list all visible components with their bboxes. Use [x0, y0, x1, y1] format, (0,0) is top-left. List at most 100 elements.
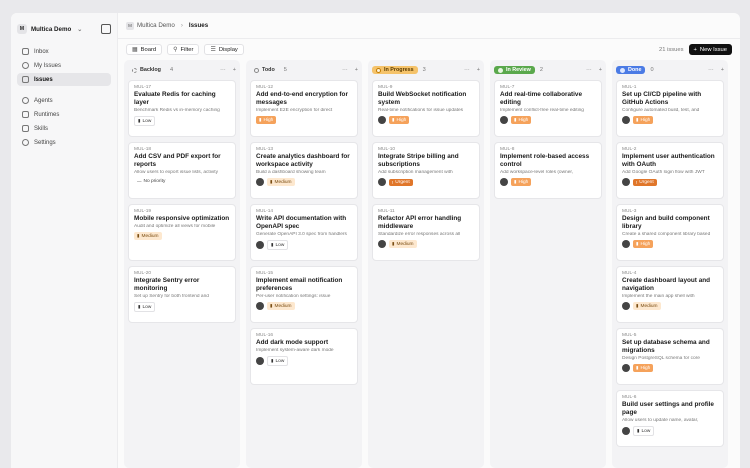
- assignee-avatar[interactable]: [256, 241, 264, 249]
- priority-badge[interactable]: ▮ High: [511, 178, 532, 186]
- issue-card[interactable]: MUL-13 Create analytics dashboard for wor…: [250, 142, 358, 199]
- assignee-avatar[interactable]: [622, 427, 630, 435]
- priority-badge[interactable]: ▮ Medium: [267, 178, 295, 186]
- sidebar-item-issues[interactable]: Issues: [17, 73, 111, 86]
- priority-badge[interactable]: ▮ High: [633, 116, 654, 124]
- issue-card[interactable]: MUL-11 Refactor API error handling middle…: [372, 204, 480, 261]
- assignee-avatar[interactable]: [500, 178, 508, 186]
- assignee-avatar[interactable]: [500, 116, 508, 124]
- issue-card[interactable]: MUL-14 Write API documentation with OpenA…: [250, 204, 358, 261]
- column-backlog: Backlog 4 ··· + MUL-17 Evaluate Redis for cac…: [124, 60, 240, 468]
- issue-card[interactable]: MUL-19 Mobile responsive optimization Audi…: [128, 204, 236, 261]
- assignee-avatar[interactable]: [256, 357, 264, 365]
- priority-icon: ▮: [636, 117, 639, 122]
- priority-badge[interactable]: ▮ Low: [267, 240, 289, 250]
- issue-card[interactable]: MUL-17 Evaluate Redis for caching layer Be…: [128, 80, 236, 137]
- issue-card[interactable]: MUL-9 Build WebSocket notification system…: [372, 80, 480, 137]
- priority-badge[interactable]: ▮ High: [633, 364, 654, 372]
- assignee-avatar[interactable]: [622, 116, 630, 124]
- issue-id: MUL-13: [256, 147, 274, 152]
- priority-badge[interactable]: ▮ Medium: [389, 240, 417, 248]
- add-issue-icon[interactable]: +: [477, 67, 480, 73]
- issue-footer: ▮ High: [622, 240, 718, 248]
- add-issue-icon[interactable]: +: [233, 67, 236, 73]
- issue-card[interactable]: MUL-5 Set up database schema and migratio…: [616, 328, 724, 385]
- issue-card[interactable]: MUL-7 Add real-time collaborative editing…: [494, 80, 602, 137]
- issue-description: Allow users to update name, avatar,: [622, 418, 699, 423]
- issue-title: Create dashboard layout and navigation: [622, 277, 711, 292]
- display-button[interactable]: ☰ Display: [204, 44, 244, 55]
- issue-card[interactable]: MUL-16 Add dark mode support Implement sys…: [250, 328, 358, 385]
- breadcrumb-workspace[interactable]: M Multica Demo: [126, 21, 175, 30]
- issue-card[interactable]: MUL-3 Design and build component library C…: [616, 204, 724, 261]
- issue-card[interactable]: MUL-1 Set up CI/CD pipeline with GitHub A…: [616, 80, 724, 137]
- issue-id: MUL-18: [134, 147, 152, 152]
- priority-badge[interactable]: ▮ Low: [633, 426, 655, 436]
- issue-card[interactable]: MUL-6 Build user settings and profile pag…: [616, 390, 724, 447]
- priority-badge[interactable]: ▮ High: [256, 116, 277, 124]
- priority-badge[interactable]: ▮ Low: [134, 302, 156, 312]
- issue-card[interactable]: MUL-4 Create dashboard layout and navigat…: [616, 266, 724, 323]
- assignee-avatar[interactable]: [622, 178, 630, 186]
- assignee-avatar[interactable]: [378, 116, 386, 124]
- issue-card[interactable]: MUL-12 Add end-to-end encryption for mess…: [250, 80, 358, 137]
- assignee-avatar[interactable]: [256, 178, 264, 186]
- sidebar-item-runtimes[interactable]: Runtimes: [17, 108, 111, 121]
- assignee-avatar[interactable]: [378, 240, 386, 248]
- more-icon[interactable]: ···: [708, 67, 714, 73]
- agent-icon: [22, 97, 29, 104]
- sidebar-item-inbox[interactable]: Inbox: [17, 45, 111, 58]
- board-view-button[interactable]: ▦ Board: [126, 44, 163, 55]
- sidebar-item-skills[interactable]: Skills: [17, 122, 111, 135]
- issue-id: MUL-14: [256, 209, 274, 214]
- priority-badge[interactable]: ▮ High: [389, 116, 410, 124]
- issue-id: MUL-9: [378, 85, 393, 90]
- priority-badge[interactable]: ▮ Medium: [633, 302, 661, 310]
- issue-title: Integrate Sentry error monitoring: [134, 277, 200, 292]
- issue-card[interactable]: MUL-18 Add CSV and PDF export for reports…: [128, 142, 236, 199]
- assignee-avatar[interactable]: [256, 302, 264, 310]
- filter-button[interactable]: ⚲ Filter: [167, 44, 200, 55]
- workspace-switcher[interactable]: M Multica Demo ⌄: [17, 21, 111, 37]
- sidebar-item-my-issues[interactable]: My Issues: [17, 59, 111, 72]
- issue-title: Add end-to-end encryption for messages: [256, 91, 348, 106]
- priority-icon: ▮: [137, 233, 140, 238]
- more-icon[interactable]: ···: [586, 67, 592, 73]
- issue-footer: ▮ Medium: [256, 178, 352, 186]
- issue-card[interactable]: MUL-15 Implement email notification prefe…: [250, 266, 358, 323]
- priority-badge[interactable]: ▮ Low: [134, 116, 156, 126]
- issue-card[interactable]: MUL-2 Implement user authentication with …: [616, 142, 724, 199]
- more-icon[interactable]: ···: [342, 67, 348, 73]
- add-issue-icon[interactable]: +: [599, 67, 602, 73]
- issue-card[interactable]: MUL-8 Implement role-based access control…: [494, 142, 602, 199]
- priority-badge[interactable]: ▮ Low: [267, 356, 289, 366]
- status-icon: [132, 67, 137, 73]
- assignee-avatar[interactable]: [378, 178, 386, 186]
- new-issue-button[interactable]: + New Issue: [688, 44, 732, 55]
- priority-badge[interactable]: — No priority: [134, 178, 168, 185]
- add-issue-icon[interactable]: +: [721, 67, 724, 73]
- status-pill: Done: [616, 66, 646, 74]
- compose-icon[interactable]: [101, 24, 111, 34]
- assignee-avatar[interactable]: [622, 364, 630, 372]
- priority-badge[interactable]: ▮ Medium: [267, 302, 295, 310]
- add-issue-icon[interactable]: +: [355, 67, 358, 73]
- issue-card[interactable]: MUL-20 Integrate Sentry error monitoring S…: [128, 266, 236, 323]
- status-pill: Backlog: [128, 66, 165, 74]
- issue-card[interactable]: MUL-10 Integrate Stripe billing and subsc…: [372, 142, 480, 199]
- more-icon[interactable]: ···: [220, 67, 226, 73]
- column-count: 0: [650, 67, 654, 73]
- issue-footer: ▮ High: [622, 364, 718, 372]
- sidebar-item-agents[interactable]: Agents: [17, 94, 111, 107]
- assignee-avatar[interactable]: [622, 302, 630, 310]
- sidebar-item-settings[interactable]: Settings: [17, 136, 111, 149]
- issue-description: Audit and optimize all views for mobile: [134, 224, 216, 229]
- priority-badge[interactable]: ▮ High: [511, 116, 532, 124]
- priority-badge[interactable]: ▮ High: [633, 240, 654, 248]
- priority-badge[interactable]: ! Urgent: [633, 178, 657, 186]
- priority-badge[interactable]: ▮ Medium: [134, 232, 162, 240]
- assignee-avatar[interactable]: [622, 240, 630, 248]
- more-icon[interactable]: ···: [464, 67, 470, 73]
- issue-description: Implement the main app shell with: [622, 294, 695, 299]
- priority-badge[interactable]: ! Urgent: [389, 178, 413, 186]
